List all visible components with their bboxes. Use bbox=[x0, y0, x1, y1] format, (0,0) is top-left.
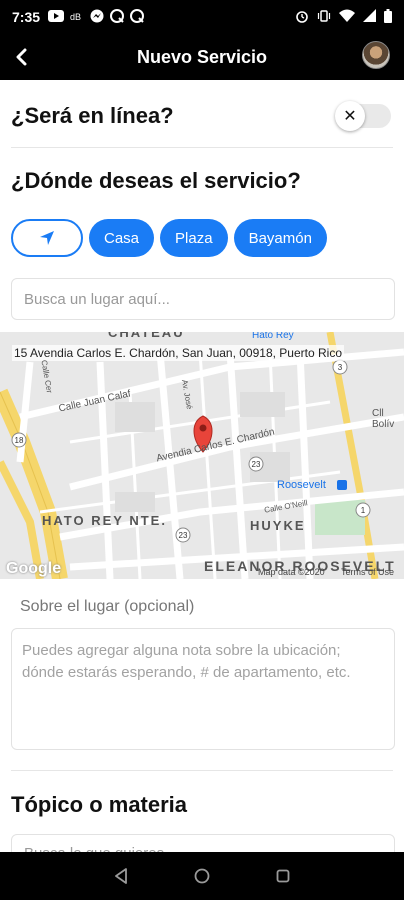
alarm-icon bbox=[295, 9, 309, 26]
system-nav-bar bbox=[0, 852, 404, 900]
back-triangle-icon bbox=[114, 868, 127, 884]
youtube-icon bbox=[48, 9, 65, 25]
data-saver-icon: dB bbox=[70, 9, 84, 25]
app-bar: Nuevo Servicio bbox=[0, 34, 404, 80]
recents-square-icon bbox=[276, 869, 290, 883]
map-view[interactable]: 18 23 1 23 3 15 Avendia Carlos E. Chardó… bbox=[0, 332, 404, 579]
map-poi-label: Roosevelt bbox=[277, 479, 326, 491]
topic-search-input[interactable] bbox=[24, 845, 382, 852]
notes-input[interactable] bbox=[22, 640, 384, 738]
battery-icon bbox=[384, 8, 392, 26]
online-row: ¿Será en línea? ✕ bbox=[11, 96, 393, 136]
notes-label: Sobre el lugar (opcional) bbox=[20, 598, 195, 615]
location-chips: Casa Plaza Bayamón bbox=[11, 219, 327, 257]
nav-home-button[interactable] bbox=[190, 864, 214, 888]
vibrate-icon bbox=[317, 9, 331, 26]
map-street-label: Hato Rey bbox=[252, 332, 294, 341]
nav-back-button[interactable] bbox=[109, 864, 133, 888]
map-data-credit: Map data ©2020 bbox=[258, 567, 325, 577]
online-toggle[interactable]: ✕ bbox=[335, 101, 391, 131]
route-shield-label: 1 bbox=[361, 506, 366, 515]
divider bbox=[11, 770, 393, 771]
place-search-field[interactable] bbox=[11, 278, 395, 320]
current-location-chip[interactable] bbox=[11, 219, 83, 257]
wifi-icon bbox=[339, 9, 355, 25]
place-search-input[interactable] bbox=[24, 290, 382, 308]
map-area-label: HUYKE bbox=[250, 518, 306, 533]
route-shield-label: 23 bbox=[179, 531, 188, 540]
home-circle-icon bbox=[194, 868, 210, 884]
chip-plaza[interactable]: Plaza bbox=[160, 219, 228, 257]
q-app-icon bbox=[130, 8, 145, 26]
back-arrow-icon bbox=[16, 48, 27, 66]
map-canvas: 18 23 1 23 3 bbox=[0, 332, 404, 579]
map-area-label: HATO REY NTE. bbox=[42, 513, 167, 528]
q-app-icon bbox=[110, 8, 125, 26]
service-form: ¿Será en línea? ✕ ¿Dónde deseas el servi… bbox=[0, 80, 404, 852]
map-terms-link[interactable]: Terms of Use bbox=[341, 567, 394, 577]
online-label: ¿Será en línea? bbox=[11, 103, 174, 128]
notes-field[interactable] bbox=[11, 628, 395, 750]
route-shield-label: 3 bbox=[338, 363, 343, 372]
route-shield-label: 18 bbox=[15, 436, 24, 445]
nav-recents-button[interactable] bbox=[271, 864, 295, 888]
map-street-label: Cll Bolív bbox=[372, 408, 395, 430]
close-icon: ✕ bbox=[335, 101, 365, 131]
topic-search-field[interactable] bbox=[11, 834, 395, 852]
location-heading: ¿Dónde deseas el servicio? bbox=[11, 168, 301, 193]
chip-casa[interactable]: Casa bbox=[89, 219, 155, 257]
status-system-icons bbox=[295, 8, 392, 26]
divider bbox=[11, 147, 393, 148]
status-bar: 7:35 dB bbox=[0, 0, 404, 34]
route-shield-label: 23 bbox=[252, 460, 261, 469]
transit-icon bbox=[337, 480, 347, 490]
map-area-label: CHATEAU bbox=[108, 332, 185, 340]
status-notification-icons: dB bbox=[48, 8, 145, 26]
user-avatar[interactable] bbox=[362, 41, 390, 69]
google-logo: Google bbox=[6, 560, 62, 577]
signal-icon bbox=[363, 9, 376, 25]
navigation-arrow-icon bbox=[40, 231, 54, 245]
map-address: 15 Avendia Carlos E. Chardón, San Juan, … bbox=[12, 345, 344, 361]
svg-text:dB: dB bbox=[70, 12, 81, 22]
messenger-icon bbox=[90, 9, 104, 26]
topic-heading: Tópico o materia bbox=[11, 792, 188, 817]
chip-bayamon[interactable]: Bayamón bbox=[233, 219, 327, 257]
back-button[interactable] bbox=[0, 34, 44, 80]
page-title: Nuevo Servicio bbox=[136, 46, 268, 67]
status-time: 7:35 bbox=[12, 9, 41, 25]
